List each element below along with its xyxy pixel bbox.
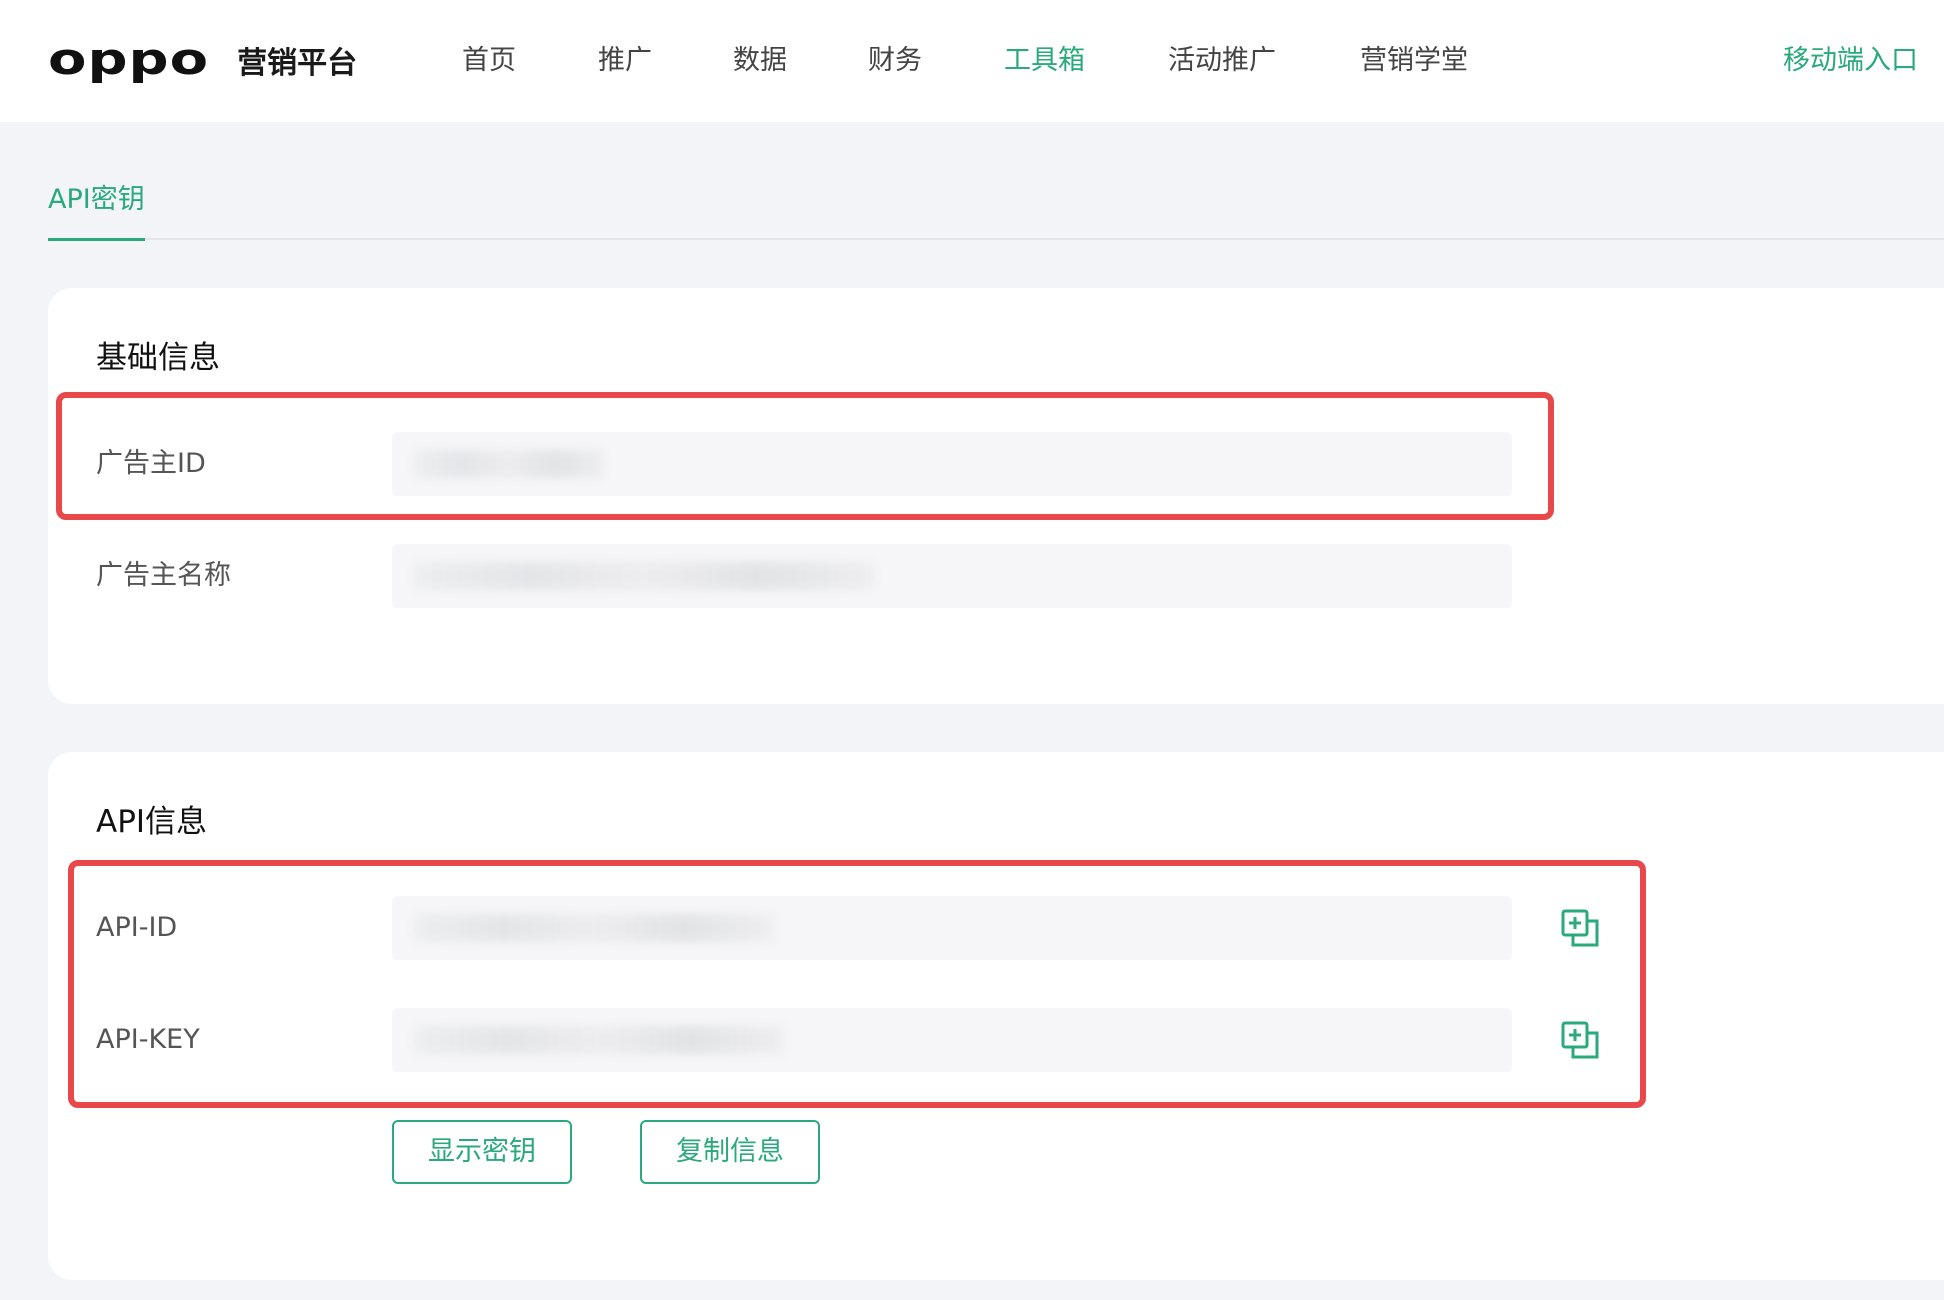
api-id-value [392,896,1512,960]
redacted-value [414,914,774,942]
api-info-card: API信息 API-ID API-KEY 显示密钥 复制信息 [48,752,1944,1280]
nav-promotion[interactable]: 推广 [598,42,652,80]
api-key-value [392,1008,1512,1072]
tab-bar: API密钥 [48,122,1944,241]
redacted-value [414,562,874,590]
tab-api-key[interactable]: API密钥 [48,182,145,241]
copy-api-id-icon[interactable] [1560,908,1600,948]
nav-toolbox[interactable]: 工具箱 [1004,42,1085,80]
advertiser-name-label: 广告主名称 [96,560,231,591]
advertiser-id-label: 广告主ID [96,448,206,479]
copy-info-button[interactable]: 复制信息 [640,1120,820,1184]
api-info-title: API信息 [96,804,208,840]
mobile-entry-link[interactable]: 移动端入口 [1783,42,1918,80]
copy-api-key-icon[interactable] [1560,1020,1600,1060]
basic-info-card: 基础信息 广告主ID 广告主名称 [48,288,1944,704]
nav-academy[interactable]: 营销学堂 [1360,42,1468,80]
api-key-label: API-KEY [96,1024,200,1055]
show-key-button[interactable]: 显示密钥 [392,1120,572,1184]
main-nav: 首页 推广 数据 财务 工具箱 活动推广 营销学堂 [0,0,1944,122]
api-id-label: API-ID [96,912,178,943]
nav-campaigns[interactable]: 活动推广 [1168,42,1276,80]
basic-info-title: 基础信息 [96,340,220,376]
redacted-value [414,1026,784,1054]
nav-data[interactable]: 数据 [733,42,787,80]
top-header: oppo 营销平台 首页 推广 数据 财务 工具箱 活动推广 营销学堂 移动端入… [0,0,1944,122]
nav-finance[interactable]: 财务 [868,42,922,80]
advertiser-id-value [392,432,1512,496]
redacted-value [414,450,604,478]
advertiser-name-value [392,544,1512,608]
nav-home[interactable]: 首页 [462,42,516,80]
